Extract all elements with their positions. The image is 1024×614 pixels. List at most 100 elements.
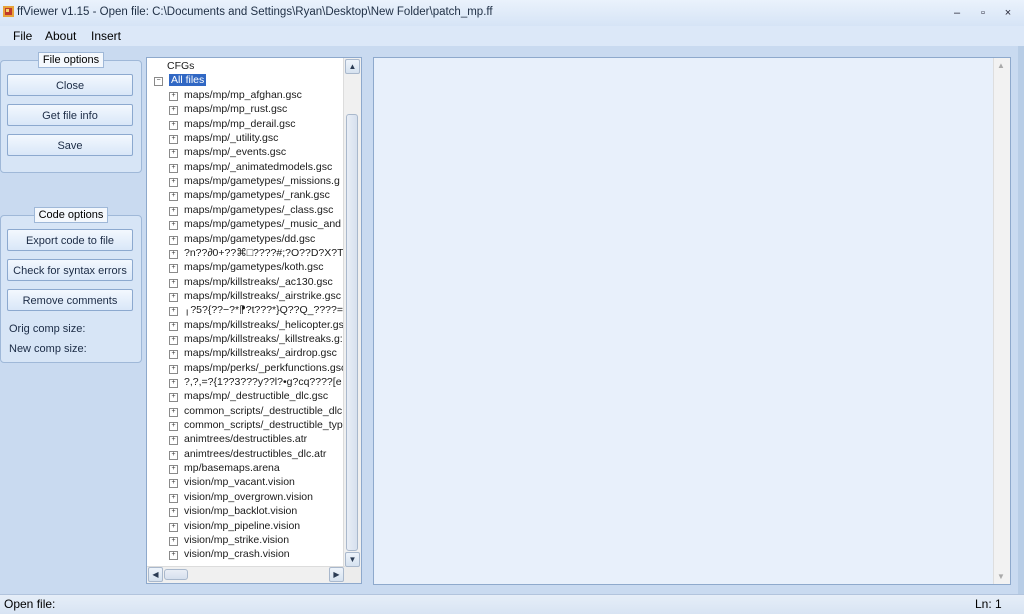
expand-icon[interactable]: + bbox=[169, 264, 178, 274]
tree-file-item[interactable]: + maps/mp/perks/_perkfunctions.gsc bbox=[169, 361, 346, 375]
expand-icon[interactable]: + bbox=[169, 350, 178, 360]
expand-icon[interactable]: + bbox=[169, 307, 178, 317]
tree-file-item[interactable]: + vision/mp_vacant.vision bbox=[169, 475, 295, 489]
tree-file-item[interactable]: + common_scripts/_destructible_dlc. bbox=[169, 404, 345, 418]
expand-icon[interactable]: + bbox=[169, 221, 178, 231]
expand-icon[interactable]: + bbox=[169, 120, 178, 130]
tree-item-label: maps/mp/killstreaks/_airdrop.gsc bbox=[184, 347, 337, 360]
tree-vertical-scrollbar[interactable]: ▲ ▼ bbox=[343, 58, 361, 568]
tree-file-item[interactable]: + vision/mp_crash.vision bbox=[169, 547, 290, 561]
tree-file-item[interactable]: + maps/mp/killstreaks/_helicopter.gs bbox=[169, 318, 344, 332]
expand-icon[interactable]: + bbox=[169, 192, 178, 202]
expand-icon[interactable]: + bbox=[169, 149, 178, 159]
expand-icon[interactable]: + bbox=[169, 436, 178, 446]
expand-icon[interactable]: + bbox=[169, 393, 178, 403]
tree-root-all-files[interactable]: − All files bbox=[154, 73, 207, 87]
scroll-down-arrow-icon[interactable]: ▼ bbox=[345, 552, 360, 567]
code-editor[interactable]: ▲ ▼ bbox=[373, 57, 1011, 585]
tree-file-item[interactable]: + animtrees/destructibles_dlc.atr bbox=[169, 447, 326, 461]
tree-item-label: maps/mp/killstreaks/_ac130.gsc bbox=[184, 275, 333, 288]
tree-file-item[interactable]: + maps/mp/gametypes/_class.gsc bbox=[169, 203, 333, 217]
tree-file-item[interactable]: + maps/mp/_destructible_dlc.gsc bbox=[169, 389, 328, 403]
expand-icon[interactable]: + bbox=[169, 335, 178, 345]
tree-file-item[interactable]: + vision/mp_overgrown.vision bbox=[169, 490, 313, 504]
tree-file-item[interactable]: + ?,?,=?{1??3???y??l?•g?cq????[e bbox=[169, 375, 342, 389]
tree-item-label: vision/mp_strike.vision bbox=[184, 533, 290, 546]
remove-comments-button[interactable]: Remove comments bbox=[7, 289, 133, 311]
minimize-button[interactable]: – bbox=[948, 5, 966, 21]
tree-file-item[interactable]: + common_scripts/_destructible_type bbox=[169, 418, 349, 432]
expand-icon[interactable]: + bbox=[169, 249, 178, 259]
editor-scroll-down-icon[interactable]: ▼ bbox=[997, 572, 1005, 581]
tree-file-item[interactable]: + maps/mp/gametypes/_rank.gsc bbox=[169, 188, 330, 202]
tree-file-item[interactable]: + mp/basemaps.arena bbox=[169, 461, 280, 475]
expand-icon[interactable]: + bbox=[169, 551, 178, 561]
tree-file-item[interactable]: + maps/mp/_utility.gsc bbox=[169, 131, 278, 145]
maximize-button[interactable]: ▫ bbox=[974, 5, 992, 21]
scroll-up-arrow-icon[interactable]: ▲ bbox=[345, 59, 360, 74]
tree-file-item[interactable]: + maps/mp/_events.gsc bbox=[169, 145, 286, 159]
tree-file-item[interactable]: + maps/mp/_animatedmodels.gsc bbox=[169, 160, 332, 174]
tree-horizontal-scroll-thumb[interactable] bbox=[164, 569, 188, 580]
expand-icon[interactable]: + bbox=[169, 508, 178, 518]
menu-insert[interactable]: Insert bbox=[91, 29, 121, 43]
save-button[interactable]: Save bbox=[7, 134, 133, 156]
export-code-button[interactable]: Export code to file bbox=[7, 229, 133, 251]
menu-file[interactable]: File bbox=[13, 29, 32, 43]
expand-icon[interactable]: + bbox=[169, 379, 178, 388]
expand-icon[interactable]: + bbox=[169, 493, 178, 503]
tree-file-item[interactable]: + maps/mp/mp_derail.gsc bbox=[169, 117, 295, 131]
expand-icon[interactable]: + bbox=[169, 235, 178, 245]
tree-file-item[interactable]: + maps/mp/mp_afghan.gsc bbox=[169, 88, 302, 102]
tree-file-item[interactable]: + ╷?5?{??−?*⁋?t???*}Q??Q_????=$? bbox=[169, 303, 355, 317]
get-file-info-button[interactable]: Get file info bbox=[7, 104, 133, 126]
tree-file-item[interactable]: + maps/mp/gametypes/dd.gsc bbox=[169, 232, 315, 246]
expand-icon[interactable]: + bbox=[169, 163, 178, 173]
expand-icon[interactable]: + bbox=[169, 278, 178, 288]
editor-scroll-up-icon[interactable]: ▲ bbox=[997, 61, 1005, 70]
file-tree[interactable]: CFGs − All files + maps/mp/mp_afghan.gsc + map… bbox=[146, 57, 362, 584]
tree-vertical-scroll-thumb[interactable] bbox=[346, 114, 358, 551]
editor-vertical-scrollbar[interactable]: ▲ ▼ bbox=[993, 58, 1010, 584]
expand-icon[interactable]: + bbox=[169, 536, 178, 546]
tree-file-item[interactable]: + maps/mp/gametypes/_missions.g bbox=[169, 174, 340, 188]
close-window-button[interactable]: × bbox=[999, 5, 1017, 21]
tree-horizontal-scrollbar[interactable]: ◀ ▶ bbox=[147, 566, 345, 583]
scroll-left-arrow-icon[interactable]: ◀ bbox=[148, 567, 163, 582]
tree-file-item[interactable]: + maps/mp/gametypes/_music_and bbox=[169, 217, 341, 231]
tree-file-item[interactable]: + maps/mp/mp_rust.gsc bbox=[169, 102, 287, 116]
scroll-right-arrow-icon[interactable]: ▶ bbox=[329, 567, 344, 582]
expand-icon[interactable]: + bbox=[169, 450, 178, 460]
expand-icon[interactable]: + bbox=[169, 479, 178, 489]
expand-icon[interactable]: + bbox=[169, 422, 178, 432]
expand-icon[interactable]: + bbox=[169, 106, 178, 116]
expand-icon[interactable]: + bbox=[169, 522, 178, 532]
expand-icon[interactable]: + bbox=[169, 135, 178, 145]
expand-icon[interactable]: + bbox=[169, 407, 178, 417]
tree-file-item[interactable]: + ?n??∂0+??⌘□????#;?O??D?X?Tj+' bbox=[169, 246, 354, 260]
tree-file-item[interactable]: + maps/mp/gametypes/koth.gsc bbox=[169, 260, 323, 274]
menu-bar: File About Insert bbox=[0, 26, 1024, 46]
tree-file-item[interactable]: + maps/mp/killstreaks/_ac130.gsc bbox=[169, 275, 333, 289]
expand-icon[interactable]: + bbox=[169, 206, 178, 216]
expand-icon[interactable]: + bbox=[169, 321, 178, 331]
menu-about[interactable]: About bbox=[45, 29, 76, 43]
collapse-icon[interactable]: − bbox=[154, 77, 163, 86]
tree-file-item[interactable]: + maps/mp/killstreaks/_killstreaks.g: bbox=[169, 332, 343, 346]
tree-root-cfgs[interactable]: CFGs bbox=[167, 59, 194, 73]
expand-icon[interactable]: + bbox=[169, 465, 178, 475]
tree-file-item[interactable]: + vision/mp_pipeline.vision bbox=[169, 519, 300, 533]
tree-file-item[interactable]: + maps/mp/killstreaks/_airdrop.gsc bbox=[169, 346, 337, 360]
tree-item-label: maps/mp/_events.gsc bbox=[184, 146, 287, 159]
tree-file-item[interactable]: + maps/mp/killstreaks/_airstrike.gsc bbox=[169, 289, 341, 303]
tree-file-item[interactable]: + vision/mp_backlot.vision bbox=[169, 504, 297, 518]
tree-file-item[interactable]: + vision/mp_strike.vision bbox=[169, 533, 289, 547]
expand-icon[interactable]: + bbox=[169, 292, 178, 302]
expand-icon[interactable]: + bbox=[169, 178, 178, 188]
check-syntax-button[interactable]: Check for syntax errors bbox=[7, 259, 133, 281]
tree-file-item[interactable]: + animtrees/destructibles.atr bbox=[169, 432, 307, 446]
close-file-button[interactable]: Close bbox=[7, 74, 133, 96]
tree-item-label: maps/mp/killstreaks/_killstreaks.g: bbox=[184, 332, 343, 345]
expand-icon[interactable]: + bbox=[169, 92, 178, 101]
expand-icon[interactable]: + bbox=[169, 364, 178, 374]
